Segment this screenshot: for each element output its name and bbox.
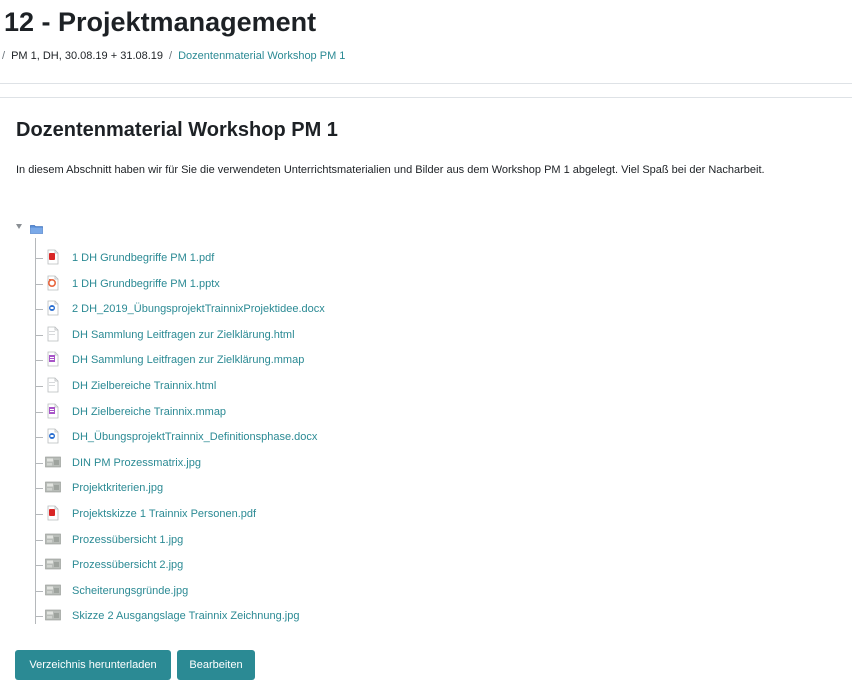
file-link[interactable]: Prozessübersicht 2.jpg	[72, 558, 183, 572]
file-item[interactable]: 1 DH Grundbegriffe PM 1.pptx	[35, 275, 635, 293]
html-icon	[45, 377, 61, 393]
file-item[interactable]: Prozessübersicht 2.jpg	[35, 556, 635, 574]
file-link[interactable]: DH Zielbereiche Trainnix.mmap	[72, 405, 226, 419]
file-item[interactable]: Skizze 2 Ausgangslage Trainnix Zeichnung…	[35, 607, 635, 625]
file-item[interactable]: Scheiterungsgründe.jpg	[35, 582, 635, 600]
tree-branch	[35, 283, 43, 285]
file-link[interactable]: Projektskizze 1 Trainnix Personen.pdf	[72, 507, 256, 521]
file-link[interactable]: 2 DH_2019_ÜbungsprojektTrainnixProjektid…	[72, 302, 325, 316]
word-icon	[45, 300, 61, 316]
file-item[interactable]: DH_ÜbungsprojektTrainnix_Definitionsphas…	[35, 428, 635, 446]
file-item[interactable]: 1 DH Grundbegriffe PM 1.pdf	[35, 249, 635, 267]
download-folder-button[interactable]: Verzeichnis herunterladen	[15, 650, 171, 680]
pdf-icon	[45, 249, 61, 265]
image-thumbnail-icon	[45, 556, 61, 572]
file-item[interactable]: 2 DH_2019_ÜbungsprojektTrainnixProjektid…	[35, 300, 635, 318]
image-thumbnail-icon	[45, 582, 61, 598]
image-thumbnail-icon	[45, 454, 61, 470]
tree-branch	[35, 386, 43, 387]
folder-icon	[30, 225, 43, 234]
file-item[interactable]: Projektkriterien.jpg	[35, 479, 635, 497]
breadcrumb: / PM 1, DH, 30.08.19 + 31.08.19 / Dozentenm…	[2, 49, 345, 63]
file-link[interactable]: 1 DH Grundbegriffe PM 1.pptx	[72, 277, 220, 291]
file-item[interactable]: DH Sammlung Leitfragen zur Zielklärung.m…	[35, 351, 635, 369]
file-item[interactable]: DH Zielbereiche Trainnix.html	[35, 377, 635, 395]
tree-branch	[35, 360, 43, 362]
file-link[interactable]: DH Sammlung Leitfragen zur Zielklärung.h…	[72, 328, 295, 342]
folder-root[interactable]	[16, 222, 56, 238]
file-link[interactable]: Projektkriterien.jpg	[72, 481, 163, 495]
breadcrumb-item-course-section[interactable]: PM 1, DH, 30.08.19 + 31.08.19	[11, 50, 163, 62]
section-intro: In diesem Abschnitt haben wir für Sie di…	[16, 164, 765, 176]
tree-branch	[35, 565, 43, 567]
file-link[interactable]: Scheiterungsgründe.jpg	[72, 584, 188, 598]
file-link[interactable]: Skizze 2 Ausgangslage Trainnix Zeichnung…	[72, 609, 299, 623]
breadcrumb-separator: /	[169, 50, 173, 62]
tree-branch	[35, 539, 43, 541]
section-title: Dozentenmaterial Workshop PM 1	[16, 119, 338, 141]
divider	[0, 97, 852, 98]
image-thumbnail-icon	[45, 531, 61, 547]
file-link[interactable]: DH_ÜbungsprojektTrainnix_Definitionsphas…	[72, 430, 317, 444]
image-thumbnail-icon	[45, 479, 61, 495]
image-thumbnail-icon	[45, 607, 61, 623]
tree-branch	[35, 258, 43, 259]
file-link[interactable]: DH Sammlung Leitfragen zur Zielklärung.m…	[72, 353, 304, 367]
file-item[interactable]: DH Sammlung Leitfragen zur Zielklärung.h…	[35, 326, 635, 344]
file-item[interactable]: Projektskizze 1 Trainnix Personen.pdf	[35, 505, 635, 523]
html-icon	[45, 326, 61, 342]
pdf-icon	[45, 505, 61, 521]
breadcrumb-item-current[interactable]: Dozentenmaterial Workshop PM 1	[178, 50, 345, 62]
word-icon	[45, 428, 61, 444]
file-item[interactable]: DIN PM Prozessmatrix.jpg	[35, 454, 635, 472]
file-item[interactable]: DH Zielbereiche Trainnix.mmap	[35, 403, 635, 421]
breadcrumb-separator: /	[2, 50, 6, 62]
collapse-toggle-icon[interactable]	[16, 224, 22, 229]
tree-branch	[35, 309, 43, 311]
file-link[interactable]: Prozessübersicht 1.jpg	[72, 533, 183, 547]
tree-branch	[35, 590, 43, 592]
tree-branch	[35, 514, 43, 515]
file-link[interactable]: DIN PM Prozessmatrix.jpg	[72, 456, 201, 470]
edit-button[interactable]: Bearbeiten	[177, 650, 255, 680]
tree-branch	[35, 411, 43, 413]
powerpoint-icon	[45, 275, 61, 291]
file-item[interactable]: Prozessübersicht 1.jpg	[35, 531, 635, 549]
mindmap-icon	[45, 403, 61, 419]
file-link[interactable]: DH Zielbereiche Trainnix.html	[72, 379, 216, 393]
divider	[0, 83, 852, 84]
tree-branch	[35, 334, 43, 336]
page-title: 12 - Projektmanagement	[4, 7, 317, 37]
tree-branch	[35, 616, 43, 618]
file-link[interactable]: 1 DH Grundbegriffe PM 1.pdf	[72, 251, 214, 265]
mindmap-icon	[45, 351, 61, 367]
tree-branch	[35, 488, 43, 490]
tree-branch	[35, 462, 43, 464]
tree-branch	[35, 437, 43, 439]
